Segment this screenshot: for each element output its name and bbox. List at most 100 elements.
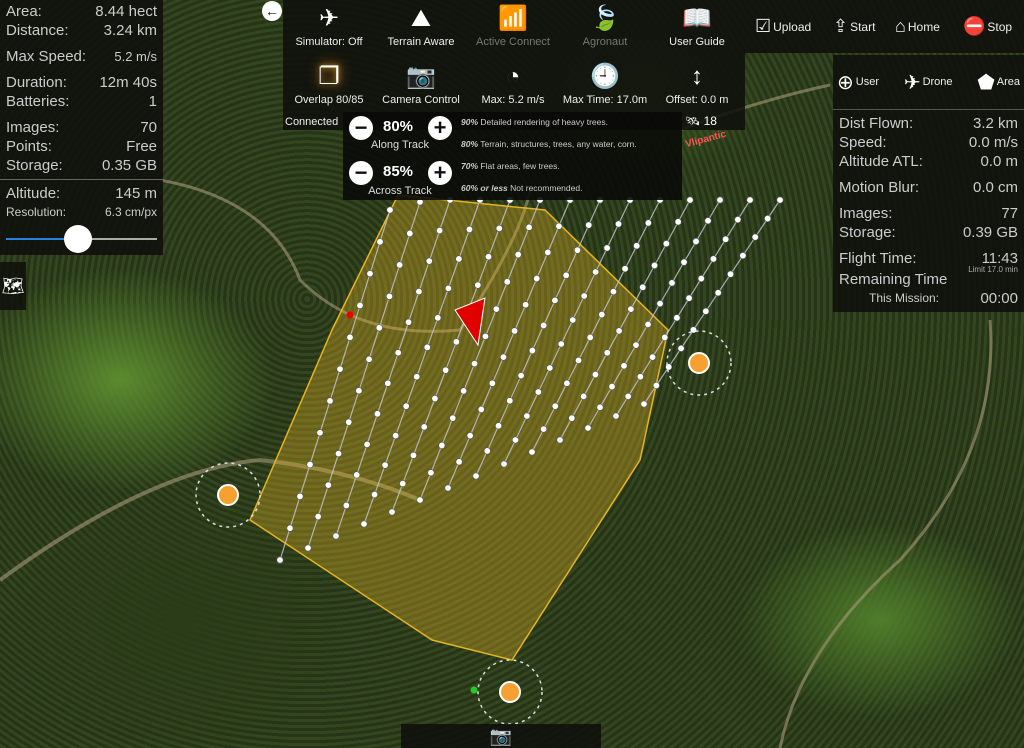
toolbar-offset-0-0-m-button[interactable]: ↕ Offset: 0.0 m [651, 60, 743, 106]
waypoint [609, 288, 617, 296]
airplane-icon: ✈ [318, 5, 340, 32]
stat-value: 70 [140, 119, 157, 136]
waypoint [517, 372, 525, 380]
poi-marker[interactable] [499, 681, 521, 703]
toolbar-max-time-17-0m-button[interactable]: 🕘 Max Time: 17.0m [559, 60, 651, 106]
waypoint [685, 294, 693, 302]
stop-button[interactable]: ⛔ Stop [963, 16, 1012, 37]
along-minus-button[interactable]: − [349, 116, 373, 140]
waypoint [555, 222, 563, 230]
camera-button[interactable]: 📷 [401, 724, 601, 748]
waypoint [466, 432, 474, 440]
stat-row: Points: Free [6, 137, 157, 156]
waypoint [584, 424, 592, 432]
stat-row: Area: 8.44 hect [6, 2, 157, 21]
toolbar-simulator-off-button[interactable]: ✈ Simulator: Off [283, 2, 375, 48]
back-arrow-button[interactable]: ← [262, 1, 282, 21]
waypoint [677, 344, 685, 352]
waypoint [615, 220, 623, 228]
toolbar-label: Simulator: Off [295, 36, 363, 48]
waypoint [499, 353, 507, 361]
stat-label: Batteries: [6, 93, 70, 110]
waypoint [444, 484, 452, 492]
note-text: Terrain, structures, trees, any water, c… [480, 139, 637, 149]
action-bar: ☑ Upload ⇪ Start ⌂ Home ⛔ Stop [745, 0, 1024, 53]
waypoint [375, 324, 383, 332]
resolution-value: 6.3 cm/px [104, 205, 157, 219]
waypoint [481, 332, 489, 340]
waypoint [436, 227, 444, 235]
waypoint [709, 255, 717, 263]
stat-value: 0.35 GB [101, 157, 157, 174]
waypoint [632, 341, 640, 349]
waypoint [573, 246, 581, 254]
waypoint [746, 196, 754, 204]
waypoint [540, 425, 548, 433]
toolbar-label: Agronaut [582, 36, 628, 48]
toolbar-agronaut-button[interactable]: 🍃 Agronaut [559, 2, 651, 48]
crosshair-icon: ⊕ [837, 71, 854, 94]
center-on-drone-button[interactable]: ✈ Drone [904, 70, 953, 95]
waypoint [624, 392, 632, 400]
stat-row: Max Speed: 5.2 m/s [6, 47, 157, 66]
map-layers-button[interactable]: 🗺 [0, 262, 26, 310]
waypoint [585, 221, 593, 229]
toolbar-max-5-2-m-s-button[interactable]: ◔ Max: 5.2 m/s [467, 60, 559, 106]
waypoint [580, 292, 588, 300]
waypoint [523, 412, 531, 420]
waypoint [276, 556, 284, 564]
altitude-slider[interactable] [6, 224, 157, 254]
toolbar-terrain-aware-button[interactable]: ⛰ Terrain Aware [375, 2, 467, 48]
waypoint [483, 447, 491, 455]
waypoint [342, 501, 350, 509]
waypoint [764, 215, 772, 223]
waypoint [506, 397, 514, 405]
poi-marker[interactable] [688, 352, 710, 374]
toolbar-label: Terrain Aware [387, 36, 455, 48]
stat-label: Duration: [6, 74, 67, 91]
across-plus-button[interactable]: + [428, 161, 452, 185]
survey-area-polygon[interactable] [249, 194, 669, 661]
waypoint [381, 461, 389, 469]
toolbar-active-connect-button[interactable]: 📶 Active Connect [467, 2, 559, 48]
waypoint [495, 224, 503, 232]
waypoint [376, 238, 384, 246]
across-minus-button[interactable]: − [349, 161, 373, 185]
start-button[interactable]: ⇪ Start [833, 16, 875, 37]
slider-knob[interactable] [64, 225, 93, 253]
across-track-value: 85% [383, 163, 414, 180]
stat-label: Flight Time: [839, 250, 917, 267]
center-on-area-button[interactable]: ⬟ Area [977, 70, 1020, 95]
resolution-row: Resolution: 6.3 cm/px [6, 203, 157, 222]
toolbar-user-guide-button[interactable]: 📖 User Guide [651, 2, 743, 48]
waypoint [495, 422, 503, 430]
up-down-arrow-icon: ↕ [691, 63, 703, 90]
poi-marker[interactable] [217, 484, 239, 506]
stat-label: Speed: [839, 134, 887, 151]
center-on-user-button[interactable]: ⊕ User [837, 70, 879, 95]
along-plus-button[interactable]: + [428, 116, 452, 140]
waypoint [452, 338, 460, 346]
waypoint [522, 301, 530, 309]
waypoint [612, 412, 620, 420]
upload-button[interactable]: ☑ Upload [755, 16, 811, 37]
waypoint [427, 469, 435, 477]
toolbar-camera-control-button[interactable]: 📷 Camera Control [375, 60, 467, 106]
waypoint [423, 343, 431, 351]
checkbox-icon: ☑ [755, 16, 772, 36]
altitude-value: 145 m [115, 185, 157, 202]
home-button[interactable]: ⌂ Home [895, 16, 940, 37]
waypoint [615, 327, 623, 335]
waypoint [697, 275, 705, 283]
waypoint [649, 353, 657, 361]
start-point [346, 311, 354, 319]
flight-line [643, 199, 781, 405]
toolbar-overlap-80-85-button[interactable]: ❐ Overlap 80/85 [283, 60, 375, 106]
stat-label: Max Speed: [6, 48, 87, 65]
waypoint [511, 436, 519, 444]
waypoint [405, 318, 413, 326]
stat-label: Images: [6, 119, 60, 136]
waypoint [332, 532, 340, 540]
toolbar-label: Max: 5.2 m/s [481, 94, 545, 106]
waypoint [680, 258, 688, 266]
